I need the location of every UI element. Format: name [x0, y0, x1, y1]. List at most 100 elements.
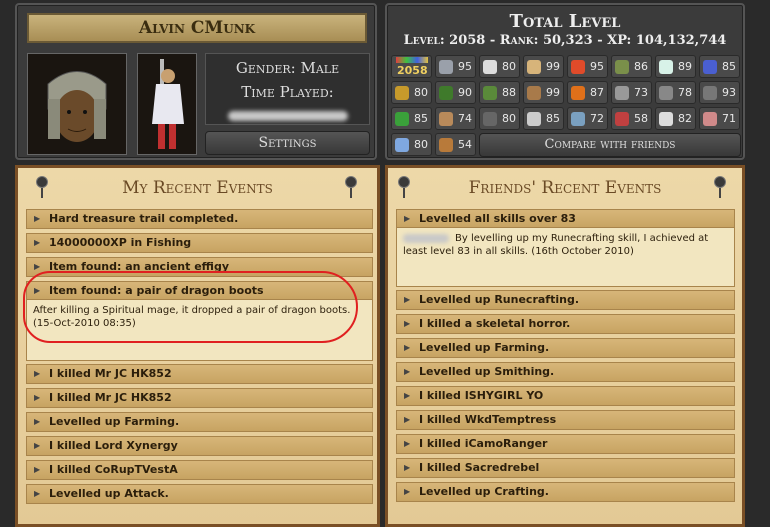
slayer-icon	[615, 112, 629, 126]
total-level-value: 2058	[397, 64, 428, 77]
skill-cell[interactable]: 80	[479, 55, 520, 78]
skill-cell[interactable]: 85	[391, 107, 432, 130]
skill-level: 80	[414, 138, 428, 151]
skill-level: 72	[590, 112, 604, 125]
event-item[interactable]: Levelled up Runecrafting.	[396, 290, 735, 310]
pickaxe-icon	[703, 86, 717, 100]
event-item[interactable]: I killed Sacredrebel	[396, 458, 735, 478]
skill-cell[interactable]: 58	[611, 107, 652, 130]
skill-cell[interactable]: 99	[523, 55, 564, 78]
prayer-icon	[659, 60, 673, 74]
skill-cell[interactable]: 72	[567, 107, 608, 130]
event-item[interactable]: I killed CoRupTVestA	[26, 460, 373, 480]
skill-cell[interactable]: 87	[567, 81, 608, 104]
skill-level: 85	[414, 112, 428, 125]
skill-level: 86	[634, 60, 648, 73]
skill-level: 54	[458, 138, 472, 151]
agility-icon	[483, 86, 497, 100]
skill-cell[interactable]: 95	[567, 55, 608, 78]
stats-panel: Total Level Level: 2058 - Rank: 50,323 -…	[385, 3, 745, 160]
skill-level: 58	[634, 112, 648, 125]
thieving-icon	[439, 112, 453, 126]
skill-level: 74	[458, 112, 472, 125]
highlight-circle	[23, 271, 358, 343]
event-item[interactable]: Levelled up Smithing.	[396, 362, 735, 382]
fletching-icon	[527, 112, 541, 126]
skill-cell[interactable]: 80	[391, 133, 432, 156]
skill-cell[interactable]: 78	[655, 81, 696, 104]
gender-label: Gender: Male	[235, 59, 340, 77]
total-level-title: Total Level	[509, 11, 621, 32]
skill-level: 95	[590, 60, 604, 73]
skill-cell[interactable]: 73	[611, 81, 652, 104]
event-item[interactable]: Levelled all skills over 83	[396, 209, 735, 229]
total-level-icon	[396, 57, 428, 63]
skill-cell[interactable]: 88	[479, 81, 520, 104]
sword-icon	[439, 60, 453, 74]
event-item[interactable]: I killed Mr JC HK852	[26, 388, 373, 408]
skill-level: 78	[678, 86, 692, 99]
skill-cell[interactable]: 71	[699, 107, 740, 130]
skill-level: 88	[502, 86, 516, 99]
event-item[interactable]: Levelled up Attack.	[26, 484, 373, 504]
redacted-name	[403, 234, 449, 243]
skill-level: 80	[414, 86, 428, 99]
settings-button[interactable]: Settings	[205, 131, 370, 155]
tree-icon	[439, 86, 453, 100]
skill-cell[interactable]: 86	[611, 55, 652, 78]
smithing-icon	[615, 86, 629, 100]
event-item[interactable]: 14000000XP in Fishing	[26, 233, 373, 253]
event-item[interactable]: Levelled up Crafting.	[396, 482, 735, 502]
skill-cell[interactable]: 95	[435, 55, 476, 78]
event-item[interactable]: I killed iCamoRanger	[396, 434, 735, 454]
paw-icon	[659, 112, 673, 126]
shield-icon	[483, 60, 497, 74]
skill-cell[interactable]: 85	[523, 107, 564, 130]
event-item[interactable]: I killed Lord Xynergy	[26, 436, 373, 456]
skill-cell[interactable]: 99	[523, 81, 564, 104]
event-item[interactable]: Levelled up Farming.	[26, 412, 373, 432]
fist-icon	[527, 60, 541, 74]
profile-info: Gender: Male Time Played:	[205, 53, 370, 125]
skill-cell[interactable]: 85	[699, 55, 740, 78]
event-item[interactable]: Levelled up Farming.	[396, 338, 735, 358]
skill-cell[interactable]: 74	[435, 107, 476, 130]
skill-level: 82	[678, 112, 692, 125]
skill-level: 95	[458, 60, 472, 73]
skill-level: 85	[722, 60, 736, 73]
event-item[interactable]: Hard treasure trail completed.	[26, 209, 373, 229]
skill-level: 80	[502, 112, 516, 125]
skill-level: 90	[458, 86, 472, 99]
player-name: Alvin CMunk	[27, 13, 367, 43]
skill-level: 73	[634, 86, 648, 99]
summoning-icon	[395, 138, 409, 152]
herb-icon	[395, 112, 409, 126]
construction-icon	[703, 112, 717, 126]
event-item[interactable]: I killed a skeletal horror.	[396, 314, 735, 334]
event-item[interactable]: I killed ISHYGIRL YO	[396, 386, 735, 406]
my-events-title: My Recent Events	[122, 178, 273, 198]
event-item[interactable]: I killed Mr JC HK852	[26, 364, 373, 384]
redacted-time	[227, 111, 348, 121]
time-played-label: Time Played:	[241, 83, 334, 101]
event-description: By levelling up my Runecrafting skill, I…	[396, 227, 735, 287]
mining-icon	[659, 86, 673, 100]
skill-level: 99	[546, 60, 560, 73]
skill-cell[interactable]: 82	[655, 107, 696, 130]
skill-level: 85	[546, 112, 560, 125]
skill-cell[interactable]: 90	[435, 81, 476, 104]
friends-events-title: Friends' Recent Events	[468, 178, 662, 198]
skill-cell[interactable]: 89	[655, 55, 696, 78]
compare-friends-button[interactable]: Compare with friends	[479, 133, 741, 157]
heart-icon	[571, 60, 585, 74]
skill-cell[interactable]: 80	[479, 107, 520, 130]
bow-icon	[615, 60, 629, 74]
total-level-summary: Level: 2058 - Rank: 50,323 - XP: 104,132…	[403, 33, 727, 48]
friends-events-panel: Friends' Recent Events Levelled all skil…	[385, 165, 745, 527]
skill-cell[interactable]: 80	[391, 81, 432, 104]
runecrafting-icon	[395, 86, 409, 100]
avatar-head	[27, 53, 127, 155]
skill-cell[interactable]: 93	[699, 81, 740, 104]
event-item[interactable]: I killed WkdTemptress	[396, 410, 735, 430]
skill-cell[interactable]: 54	[435, 133, 476, 156]
